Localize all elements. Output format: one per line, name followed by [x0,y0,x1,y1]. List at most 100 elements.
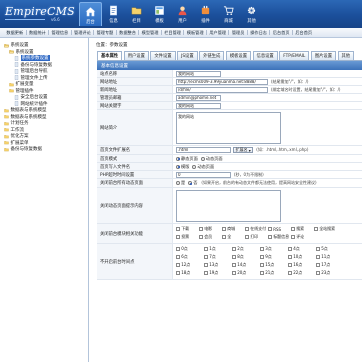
checkbox[interactable] [232,263,236,267]
checkbox[interactable] [316,247,320,251]
checkbox[interactable] [288,271,292,275]
checkbox-option[interactable]: 16点 [288,262,316,268]
checkbox-option[interactable]: 电影 [199,226,222,232]
top-nav-item[interactable]: 商城 [217,2,240,26]
sub-nav-item[interactable]: 模型管理 [139,30,161,36]
tab-item[interactable]: 外链生成 [199,51,225,60]
checkbox[interactable] [176,247,180,251]
checkbox-option[interactable]: 4点 [288,246,316,252]
checkbox[interactable] [204,247,208,251]
checkbox-option[interactable]: 19点 [204,270,232,276]
radio-template[interactable]: 模版 [176,164,189,170]
checkbox[interactable] [314,227,318,231]
tab-item[interactable]: 图片设置 [310,51,336,60]
checkbox[interactable] [199,227,203,231]
news-url-input[interactable]: /d/file/ [176,86,268,93]
checkbox-option[interactable]: 13点 [204,262,232,268]
checkbox-option[interactable]: 14点 [232,262,260,268]
checkbox[interactable] [260,255,264,259]
checkbox[interactable] [232,271,236,275]
sub-nav-item[interactable]: 管理专题 [94,30,116,36]
checkbox-option[interactable]: 评论 [291,234,314,240]
tab-item[interactable]: 用户设置 [123,51,149,60]
site-name-input[interactable]: 我的网站 [176,70,221,77]
checkbox-option[interactable]: 9点 [260,254,288,260]
sub-nav-item[interactable]: 模板管理 [184,30,206,36]
checkbox-option[interactable]: 12点 [176,262,204,268]
checkbox[interactable] [260,271,264,275]
site-url-input[interactable]: http://ecms009-3.99yuanma.net:8888/ [176,78,268,85]
top-nav-item[interactable]: 模板 [148,2,171,26]
sidebar-item[interactable]: 备份与恢复数据 [4,146,88,153]
top-nav-item[interactable]: 用户 [171,2,194,26]
checkbox-option[interactable]: 在线支付 [245,226,268,232]
sub-nav-item[interactable]: 管理评论 [72,30,94,36]
radio-static[interactable]: 静态页面 [176,156,198,162]
checkbox-option[interactable]: 2点 [232,246,260,252]
checkbox[interactable] [232,255,236,259]
checkbox[interactable] [176,271,180,275]
tab-item[interactable]: 文件设置 [150,51,176,60]
tab-item[interactable]: 其他 [337,51,355,60]
checkbox-option[interactable]: 5点 [316,246,344,252]
tab-item[interactable]: 模板设置 [225,51,252,60]
checkbox[interactable] [222,227,226,231]
checkbox[interactable] [176,263,180,267]
sub-nav-item[interactable]: 操作日志 [248,30,270,36]
checkbox-option[interactable]: 0点 [176,246,204,252]
radio-no[interactable]: 否 [188,180,197,186]
checkbox[interactable] [260,263,264,267]
top-nav-item[interactable]: 信息 [102,2,125,26]
checkbox-option[interactable]: 11点 [316,254,344,260]
checkbox[interactable] [268,227,272,231]
sub-nav-item[interactable]: 数据统计 [27,30,49,36]
checkbox[interactable] [288,263,292,267]
checkbox-option[interactable]: 搜索 [291,226,314,232]
checkbox[interactable] [245,235,249,239]
checkbox[interactable] [204,271,208,275]
checkbox-option[interactable]: 1点 [204,246,232,252]
php-timeout-input[interactable]: 0 [176,171,231,178]
checkbox[interactable] [204,263,208,267]
checkbox[interactable] [316,263,320,267]
checkbox[interactable] [176,227,180,231]
radio-yes[interactable]: 是 [176,180,185,186]
email-input[interactable]: admin@phome.net [176,94,221,101]
checkbox[interactable] [232,247,236,251]
checkbox[interactable] [204,255,208,259]
keywords-input[interactable]: 我的网站 [176,102,221,109]
checkbox-option[interactable]: 商城 [222,226,245,232]
description-textarea[interactable]: 我的网站 [176,112,281,144]
checkbox-option[interactable]: 10点 [288,254,316,260]
checkbox-option[interactable]: 6点 [176,254,204,260]
checkbox[interactable] [291,235,295,239]
ext-select[interactable]: 扩展名 ▾ [233,147,254,153]
sub-nav-item[interactable]: 管理员 [229,30,246,36]
checkbox[interactable] [245,227,249,231]
sub-nav-item[interactable]: 后台首页 [293,30,315,36]
checkbox[interactable] [291,227,295,231]
tab-item[interactable]: FTP/EMAIL [279,51,310,60]
sub-nav-item[interactable]: 用户管理 [207,30,229,36]
checkbox-option[interactable]: 全 [222,234,245,240]
tab-item[interactable]: 基本属性 [97,51,123,60]
checkbox-option[interactable]: 全站搜索 [314,226,337,232]
checkbox-option[interactable]: 22点 [288,270,316,276]
checkbox[interactable] [222,235,226,239]
checkbox[interactable] [316,271,320,275]
checkbox[interactable] [288,255,292,259]
sub-nav-item[interactable]: 后台首页 [270,30,292,36]
checkbox[interactable] [199,235,203,239]
checkbox-option[interactable]: 会员 [199,234,222,240]
checkbox[interactable] [260,247,264,251]
radio-dynamic[interactable]: 动态页面 [200,156,223,162]
checkbox-option[interactable]: 7点 [204,254,232,260]
tab-item[interactable]: JS设置 [177,51,198,60]
checkbox-option[interactable]: 8点 [232,254,260,260]
checkbox-option[interactable]: 3点 [260,246,288,252]
checkbox-option[interactable]: 17点 [316,262,344,268]
sub-nav-item[interactable]: 数据整合 [117,30,139,36]
top-nav-item[interactable]: 后台 [79,2,102,26]
checkbox[interactable] [316,255,320,259]
checkbox[interactable] [268,235,272,239]
